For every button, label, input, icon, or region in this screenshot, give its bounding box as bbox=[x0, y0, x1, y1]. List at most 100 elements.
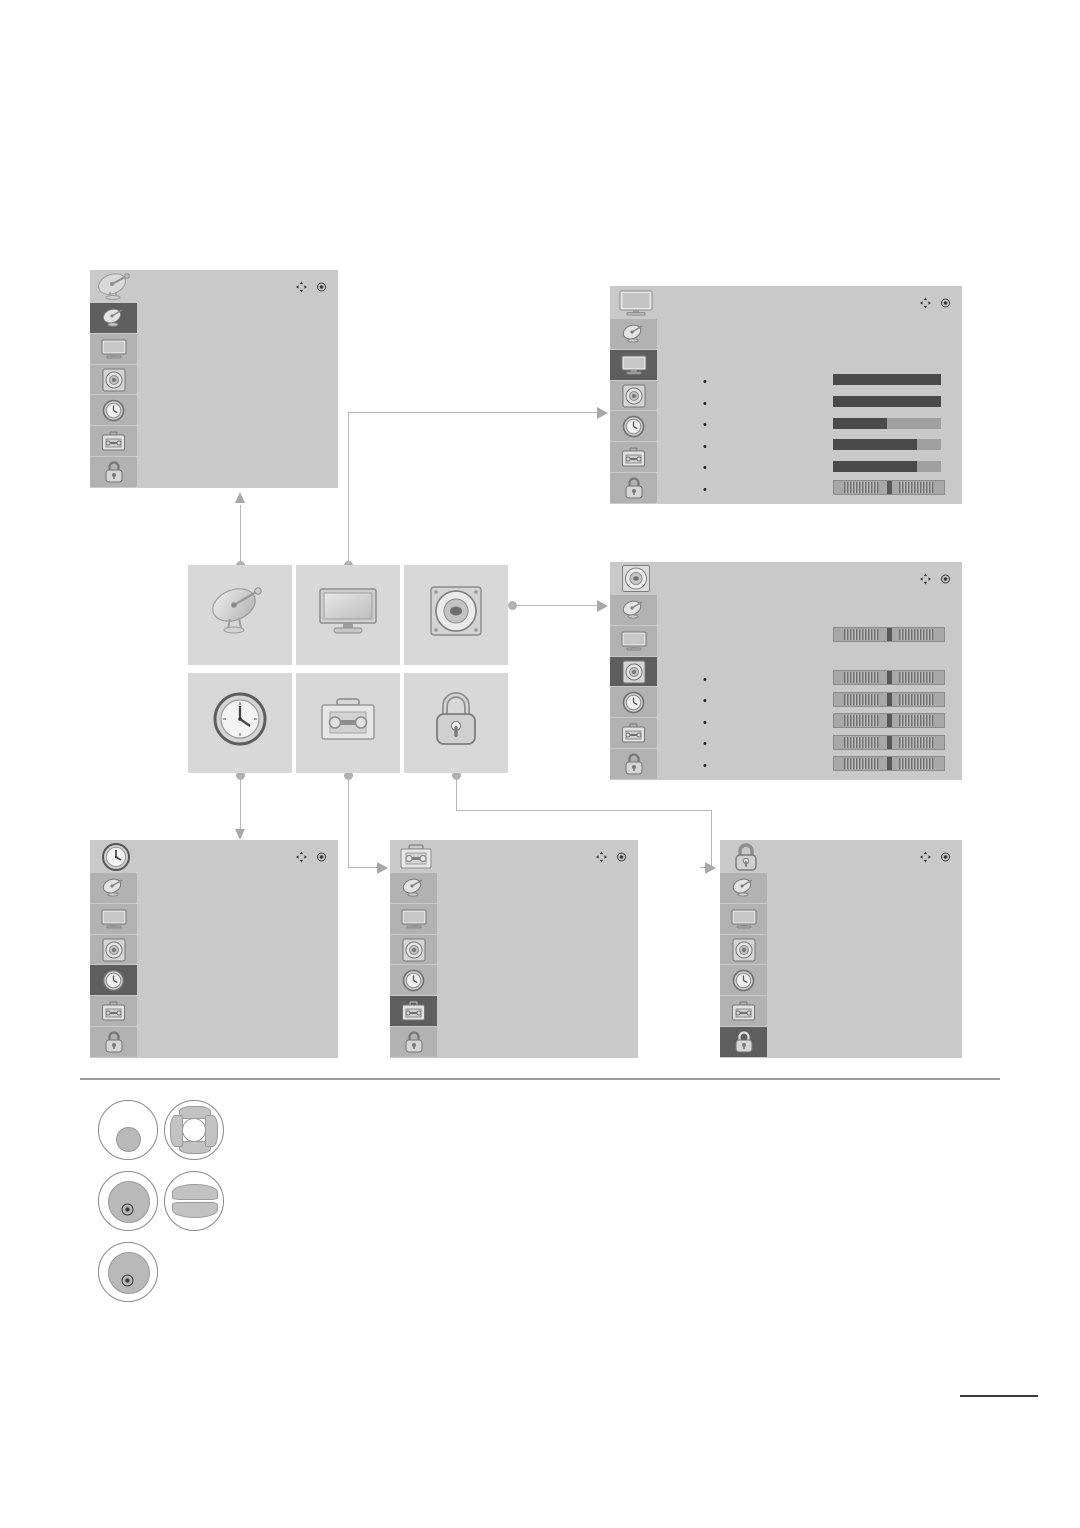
rail-tile-lock[interactable] bbox=[390, 1027, 437, 1058]
rail-tile-audio[interactable] bbox=[390, 934, 437, 966]
slider-track[interactable] bbox=[833, 460, 941, 472]
osd-row[interactable] bbox=[137, 375, 338, 397]
slider-track[interactable] bbox=[833, 396, 941, 408]
rail-tile-lock[interactable] bbox=[610, 473, 657, 504]
rail-tile-picture[interactable] bbox=[610, 625, 657, 657]
osd-row[interactable] bbox=[137, 418, 338, 440]
rail-tile-audio[interactable] bbox=[610, 656, 657, 688]
rail-tile-time[interactable] bbox=[390, 965, 437, 997]
osd-row[interactable] bbox=[137, 440, 338, 462]
rail-tile-setup[interactable] bbox=[610, 319, 657, 350]
rail-tile-setup[interactable] bbox=[720, 873, 767, 904]
osd-row-eq[interactable]: • bbox=[657, 732, 962, 754]
osd-row[interactable] bbox=[767, 880, 962, 902]
osd-row[interactable] bbox=[137, 988, 338, 1010]
osd-row[interactable] bbox=[657, 602, 962, 624]
menu-icon-setup[interactable] bbox=[188, 565, 292, 665]
osd-row[interactable] bbox=[137, 396, 338, 418]
rail-tile-lock[interactable] bbox=[610, 749, 657, 780]
rail-tile-lock[interactable] bbox=[720, 1027, 767, 1058]
eq-slider[interactable] bbox=[833, 691, 945, 707]
osd-row-slider[interactable]: • bbox=[657, 412, 962, 434]
eq-slider[interactable] bbox=[833, 713, 945, 729]
nav-ring-full[interactable] bbox=[164, 1100, 224, 1160]
rail-tile-audio[interactable] bbox=[720, 934, 767, 966]
menu-button-core[interactable] bbox=[116, 1127, 141, 1152]
menu-icon-audio[interactable] bbox=[404, 565, 508, 665]
rail-tile-picture[interactable] bbox=[610, 349, 657, 381]
osd-row-slider[interactable]: • bbox=[657, 456, 962, 478]
eq-knob[interactable] bbox=[886, 671, 892, 685]
osd-row-tint[interactable]: • bbox=[657, 477, 962, 499]
rail-tile-picture[interactable] bbox=[90, 903, 137, 935]
osd-row[interactable] bbox=[437, 978, 638, 998]
tint-bipolar-slider[interactable] bbox=[833, 480, 945, 496]
balance-knob[interactable] bbox=[886, 627, 892, 641]
rail-tile-option[interactable] bbox=[90, 996, 137, 1028]
eq-knob[interactable] bbox=[886, 735, 892, 749]
osd-row-balance[interactable] bbox=[657, 624, 962, 646]
rail-tile-setup[interactable] bbox=[390, 873, 437, 904]
ok-button-step2[interactable] bbox=[98, 1171, 158, 1231]
osd-row[interactable] bbox=[137, 923, 338, 945]
osd-row[interactable] bbox=[137, 310, 338, 332]
menu-button[interactable] bbox=[98, 1100, 158, 1160]
menu-icon-option[interactable] bbox=[296, 673, 400, 773]
osd-row[interactable] bbox=[137, 332, 338, 354]
osd-row[interactable] bbox=[437, 938, 638, 958]
osd-row-eq[interactable]: • bbox=[657, 710, 962, 732]
eq-knob[interactable] bbox=[886, 757, 892, 771]
eq-knob[interactable] bbox=[886, 714, 892, 728]
rail-tile-audio[interactable] bbox=[90, 364, 137, 396]
eq-slider[interactable] bbox=[833, 734, 945, 750]
nav-down-button[interactable] bbox=[172, 1202, 218, 1218]
rail-tile-setup[interactable] bbox=[90, 873, 137, 904]
slider-track[interactable] bbox=[833, 374, 941, 386]
osd-row[interactable] bbox=[137, 902, 338, 924]
osd-row[interactable] bbox=[767, 902, 962, 924]
menu-icon-lock[interactable] bbox=[404, 673, 508, 773]
osd-row-slider[interactable]: • bbox=[657, 434, 962, 456]
osd-row-eq[interactable]: • bbox=[657, 688, 962, 710]
rail-tile-option[interactable] bbox=[610, 442, 657, 474]
osd-row[interactable] bbox=[137, 966, 338, 988]
osd-row-slider[interactable]: • bbox=[657, 391, 962, 413]
osd-row[interactable] bbox=[437, 897, 638, 917]
eq-slider[interactable] bbox=[833, 756, 945, 772]
rail-tile-option[interactable] bbox=[720, 996, 767, 1028]
eq-knob[interactable] bbox=[886, 692, 892, 706]
rail-tile-option[interactable] bbox=[610, 718, 657, 750]
nav-up-button[interactable] bbox=[172, 1184, 218, 1200]
rail-tile-option[interactable] bbox=[90, 426, 137, 458]
osd-row[interactable] bbox=[767, 923, 962, 945]
slider-track[interactable] bbox=[833, 439, 941, 451]
osd-row[interactable] bbox=[657, 326, 962, 348]
osd-row[interactable] bbox=[657, 348, 962, 370]
rail-tile-picture[interactable] bbox=[390, 903, 437, 935]
slider-track[interactable] bbox=[833, 417, 941, 429]
rail-tile-time[interactable] bbox=[90, 965, 137, 997]
ok-button-step3[interactable] bbox=[98, 1242, 158, 1302]
rail-tile-time[interactable] bbox=[90, 395, 137, 427]
menu-icon-time[interactable] bbox=[188, 673, 292, 773]
rail-tile-time[interactable] bbox=[610, 411, 657, 443]
ok-button-core[interactable] bbox=[108, 1181, 150, 1223]
nav-center-hole[interactable] bbox=[182, 1118, 206, 1142]
osd-row-slider[interactable]: • bbox=[657, 369, 962, 391]
balance-bipolar-slider[interactable] bbox=[833, 626, 945, 642]
rail-tile-picture[interactable] bbox=[90, 333, 137, 365]
osd-row[interactable] bbox=[437, 958, 638, 978]
osd-row[interactable] bbox=[437, 1019, 638, 1039]
rail-tile-picture[interactable] bbox=[720, 903, 767, 935]
osd-row[interactable] bbox=[767, 945, 962, 967]
osd-row[interactable] bbox=[437, 877, 638, 897]
osd-row-eq[interactable]: • bbox=[657, 753, 962, 775]
nav-right-button[interactable] bbox=[205, 1115, 218, 1147]
rail-tile-lock[interactable] bbox=[90, 457, 137, 488]
rail-tile-time[interactable] bbox=[720, 965, 767, 997]
osd-row[interactable] bbox=[137, 880, 338, 902]
tint-knob[interactable] bbox=[886, 481, 892, 495]
rail-tile-setup[interactable] bbox=[610, 595, 657, 626]
rail-tile-audio[interactable] bbox=[90, 934, 137, 966]
osd-row-eq[interactable]: • bbox=[657, 667, 962, 689]
